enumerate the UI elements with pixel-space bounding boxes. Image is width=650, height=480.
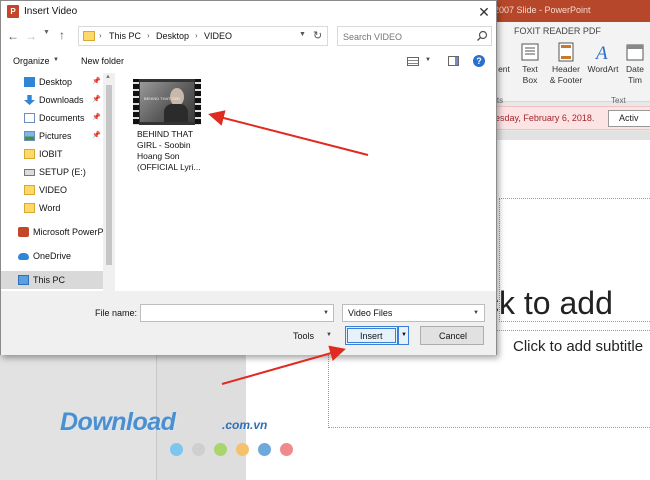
watermark-dot — [214, 443, 227, 456]
watermark-dot — [258, 443, 271, 456]
arrow-to-video-file — [208, 110, 369, 156]
watermark-dot — [170, 443, 183, 456]
watermark-logo-suffix: .com.vn — [222, 418, 268, 432]
watermark-dots — [170, 443, 300, 457]
download-com-vn-watermark: Download .com.vn — [60, 408, 310, 438]
arrow-to-insert-button — [221, 345, 346, 385]
watermark-dot — [192, 443, 205, 456]
watermark-dot — [280, 443, 293, 456]
watermark-logo-text: Download — [60, 408, 176, 436]
watermark-dot — [236, 443, 249, 456]
